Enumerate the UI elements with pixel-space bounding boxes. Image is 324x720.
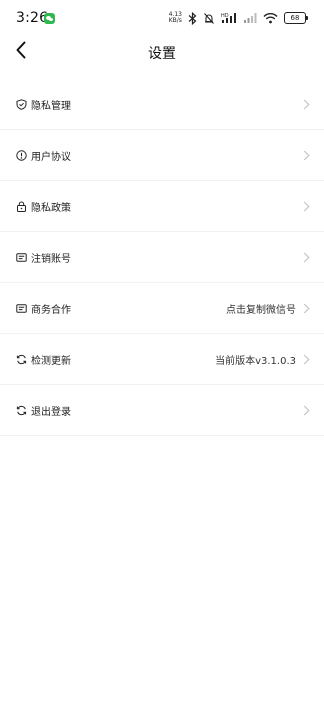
refresh-icon <box>16 405 27 416</box>
chevron-right-icon <box>303 252 310 263</box>
id-card-icon <box>16 303 27 314</box>
settings-item-check-update[interactable]: 检测更新 当前版本v3.1.0.3 <box>0 334 324 385</box>
wechat-notification-icon <box>44 13 55 24</box>
settings-item-label: 检测更新 <box>31 355 71 367</box>
settings-item-label: 注销账号 <box>31 253 71 265</box>
settings-item-delete-account[interactable]: 注销账号 <box>0 232 324 283</box>
settings-item-business-cooperation[interactable]: 商务合作 点击复制微信号 <box>0 283 324 334</box>
settings-item-label: 用户协议 <box>31 151 71 163</box>
battery-icon: 68 <box>284 12 308 24</box>
page-title: 设置 <box>148 46 176 62</box>
settings-item-privacy-management[interactable]: 隐私管理 <box>0 79 324 130</box>
settings-item-label: 商务合作 <box>31 304 71 316</box>
settings-list: 隐私管理 用户协议 隐私政策 注销账号 商务合作 点击复制微信号 检测更新 当前… <box>0 79 324 436</box>
chevron-right-icon <box>303 99 310 110</box>
settings-item-user-agreement[interactable]: 用户协议 <box>0 130 324 181</box>
info-circle-icon <box>16 149 27 161</box>
id-card-icon <box>16 252 27 263</box>
settings-item-label: 隐私政策 <box>31 202 71 214</box>
chevron-right-icon <box>303 201 310 212</box>
signal-hd-icon: HD <box>221 12 237 24</box>
settings-item-privacy-policy[interactable]: 隐私政策 <box>0 181 324 232</box>
status-icons: 4.13 KB/s HD 68 <box>169 10 308 26</box>
shield-icon <box>16 98 27 110</box>
chevron-right-icon <box>303 150 310 161</box>
nav-bar: 设置 <box>0 36 324 70</box>
bluetooth-icon <box>188 11 197 25</box>
chevron-right-icon <box>303 303 310 314</box>
chevron-right-icon <box>303 354 310 365</box>
network-speed-unit: KB/s <box>168 17 182 24</box>
refresh-icon <box>16 354 27 365</box>
network-speed: 4.13 KB/s <box>169 12 182 24</box>
wifi-icon <box>263 12 278 24</box>
mute-bell-icon <box>203 12 215 25</box>
chevron-right-icon <box>303 405 310 416</box>
signal-weak-icon <box>243 12 257 24</box>
settings-item-label: 隐私管理 <box>31 100 71 112</box>
settings-item-logout[interactable]: 退出登录 <box>0 385 324 436</box>
current-version: 当前版本v3.1.0.3 <box>215 355 296 367</box>
lock-icon <box>16 201 27 212</box>
status-bar: 3:26 4.13 KB/s HD 68 <box>0 0 324 36</box>
copy-wechat-id-hint: 点击复制微信号 <box>226 304 296 316</box>
settings-item-label: 退出登录 <box>31 406 71 418</box>
